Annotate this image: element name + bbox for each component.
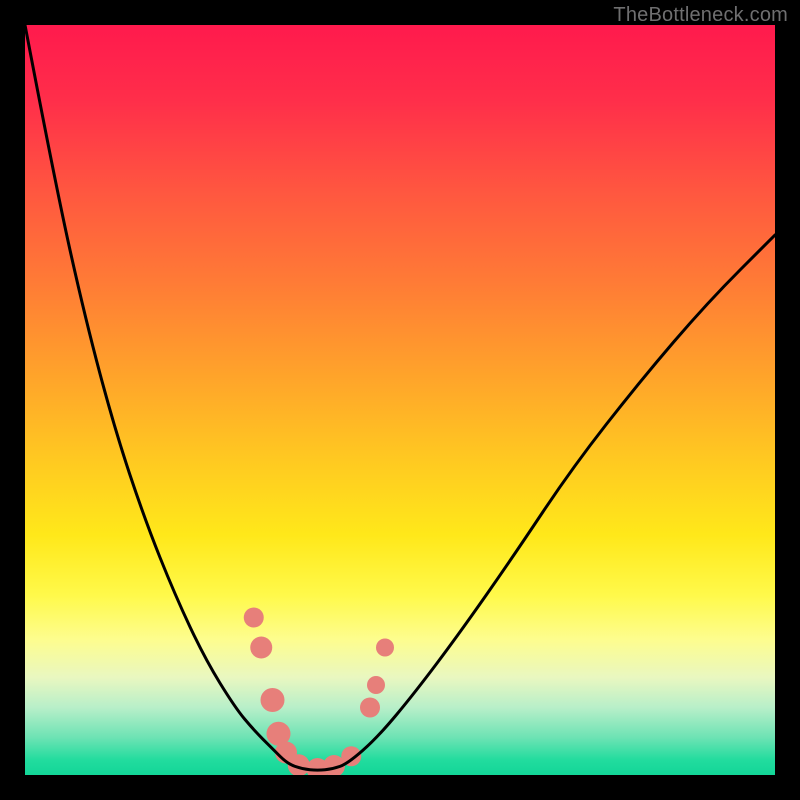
curve-marker [261, 688, 285, 712]
chart-plot-area [25, 25, 775, 775]
curve-marker [376, 639, 394, 657]
chart-frame: TheBottleneck.com [0, 0, 800, 800]
curve-marker [367, 676, 385, 694]
curve-marker [244, 608, 264, 628]
chart-svg [25, 25, 775, 775]
curve-marker [250, 637, 272, 659]
series-markers [244, 608, 394, 776]
curve-marker [360, 698, 380, 718]
series-lines [25, 25, 775, 770]
watermark-label: TheBottleneck.com [613, 4, 788, 27]
curve-path [25, 25, 775, 770]
